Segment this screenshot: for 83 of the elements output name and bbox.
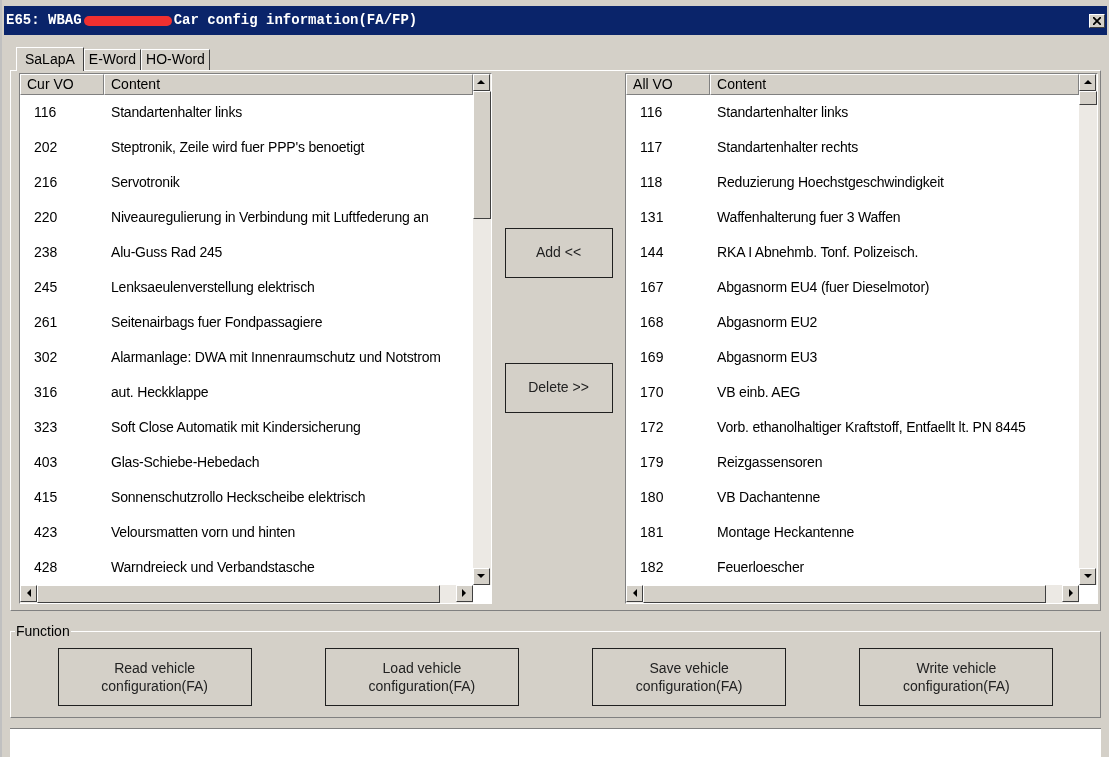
content-cell-text: VB Dachantenne <box>716 487 821 507</box>
content-cell-text: Feuerloescher <box>716 557 804 577</box>
vo-code-cell-text: 179 <box>639 452 665 472</box>
scrollbar-thumb[interactable] <box>472 90 491 219</box>
vo-code-cell-text: 261 <box>33 312 59 332</box>
content-cell-text: Abgasnorm EU3 <box>716 347 818 367</box>
vo-code-cell-text: 116 <box>33 102 58 122</box>
vo-code-cell-text: 220 <box>33 207 59 227</box>
tab[interactable]: E-Word <box>83 48 142 70</box>
content-cell-text: Reduzierung Hoechstgeschwindigkeit <box>716 172 944 192</box>
vo-code-cell-text: 144 <box>639 242 665 262</box>
content-cell-text: Veloursmatten vorn und hinten <box>110 522 296 542</box>
function-button[interactable]: Load vehicle configuration(FA) <box>324 648 519 707</box>
scroll-down-icon[interactable] <box>1079 567 1096 585</box>
content-cell-text: Seitenairbags fuer Fondpassagiere <box>110 312 323 332</box>
content-cell-text: Alu-Guss Rad 245 <box>110 242 223 262</box>
vo-code-cell-text: 118 <box>639 172 664 192</box>
vertical-scrollbar[interactable] <box>1079 73 1097 585</box>
vo-code-cell-text: 181 <box>639 522 665 542</box>
transfer-button[interactable]: Add << <box>504 227 613 278</box>
content-cell-text: Steptronik, Zeile wird fuer PPP's benoetigt <box>110 137 365 157</box>
vo-code-cell-text: 116 <box>639 102 664 122</box>
function-button[interactable]: Save vehicle configuration(FA) <box>592 648 787 707</box>
content-cell-text: Standartenhalter rechts <box>716 137 858 157</box>
vo-code-cell-text: 302 <box>33 347 59 367</box>
vertical-scrollbar[interactable] <box>472 73 491 585</box>
vo-code-cell-text: 168 <box>639 312 665 332</box>
vo-code-cell-text: 316 <box>33 382 59 402</box>
vo-code-cell-text: 202 <box>33 137 59 157</box>
content-cell-text: Sonnenschutzrollo Heckscheibe elektrisch <box>110 487 366 507</box>
content-cell-text: Lenksaeulenverstellung elektrisch <box>110 277 315 297</box>
column-header[interactable]: Content <box>104 73 473 95</box>
column-header[interactable]: Cur VO <box>20 73 104 95</box>
vo-code-cell-text: 169 <box>639 347 665 367</box>
vo-code-cell-text: 170 <box>639 382 665 402</box>
close-button[interactable] <box>1089 13 1105 28</box>
scroll-left-icon[interactable] <box>626 584 644 602</box>
content-cell-text: Servotronik <box>110 172 180 192</box>
vo-code-cell-text: 428 <box>33 557 59 577</box>
content-cell-text: Reizgassensoren <box>716 452 823 472</box>
content-cell-text: VB einb. AEG <box>716 382 801 402</box>
vo-code-cell-text: 172 <box>639 417 665 437</box>
vo-code-cell-text: 403 <box>33 452 59 472</box>
column-header[interactable]: All VO <box>626 73 711 95</box>
vo-code-cell-text: 180 <box>639 487 665 507</box>
vo-code-cell-text: 167 <box>639 277 665 297</box>
content-cell-text: Abgasnorm EU4 (fuer Dieselmotor) <box>716 277 930 297</box>
window-title: Car config information(FA/FP) <box>173 11 418 30</box>
transfer-button[interactable]: Delete >> <box>504 362 613 413</box>
content-cell-text: Abgasnorm EU2 <box>716 312 818 332</box>
vo-code-cell-text: 182 <box>639 557 665 577</box>
vo-code-cell-text: 415 <box>33 487 59 507</box>
content-cell-text: Waffenhalterung fuer 3 Waffen <box>716 207 901 227</box>
scroll-down-icon[interactable] <box>472 567 490 585</box>
content-cell-text: Niveauregulierung in Verbindung mit Luftfederung an <box>110 207 429 227</box>
tab[interactable]: SaLapA <box>16 46 84 71</box>
content-cell-text: Alarmanlage: DWA mit Innenraumschutz und Notstrom <box>110 347 441 367</box>
vo-code-cell-text: 238 <box>33 242 59 262</box>
scroll-left-icon[interactable] <box>20 584 37 602</box>
content-cell-text: Warndreieck und Verbandstasche <box>110 557 315 577</box>
content-cell-text: Montage Heckantenne <box>716 522 855 542</box>
function-button[interactable]: Write vehicle configuration(FA) <box>859 648 1054 707</box>
content-cell-text: Standartenhalter links <box>110 102 242 122</box>
content-cell-text: Standartenhalter links <box>716 102 849 122</box>
scroll-up-icon[interactable] <box>1079 73 1096 91</box>
scroll-right-icon[interactable] <box>1062 584 1079 602</box>
close-icon <box>1093 16 1101 25</box>
tab[interactable]: HO-Word <box>141 48 210 70</box>
content-cell-text: Soft Close Automatik mit Kindersicherung <box>110 417 361 437</box>
vo-code-cell-text: 131 <box>639 207 665 227</box>
vo-code-cell-text: 423 <box>33 522 59 542</box>
content-cell-text: RKA I Abnehmb. Tonf. Polizeisch. <box>716 242 919 262</box>
scroll-right-icon[interactable] <box>455 584 473 602</box>
column-header[interactable]: Content <box>710 73 1079 95</box>
content-cell-text: aut. Heckklappe <box>110 382 209 402</box>
function-button[interactable]: Read vehicle configuration(FA) <box>57 648 252 707</box>
vo-code-cell-text: 216 <box>33 172 59 192</box>
content-cell-text: Vorb. ethanolhaltiger Kraftstoff, Entfaellt lt. PN 8445 <box>716 417 1026 437</box>
window-title: E65: WBAG <box>6 11 82 30</box>
vo-code-cell-text: 117 <box>639 137 664 157</box>
vo-code-cell-text: 245 <box>33 277 59 297</box>
content-cell-text: Glas-Schiebe-Hebedach <box>110 452 260 472</box>
vo-code-cell-text: 323 <box>33 417 59 437</box>
